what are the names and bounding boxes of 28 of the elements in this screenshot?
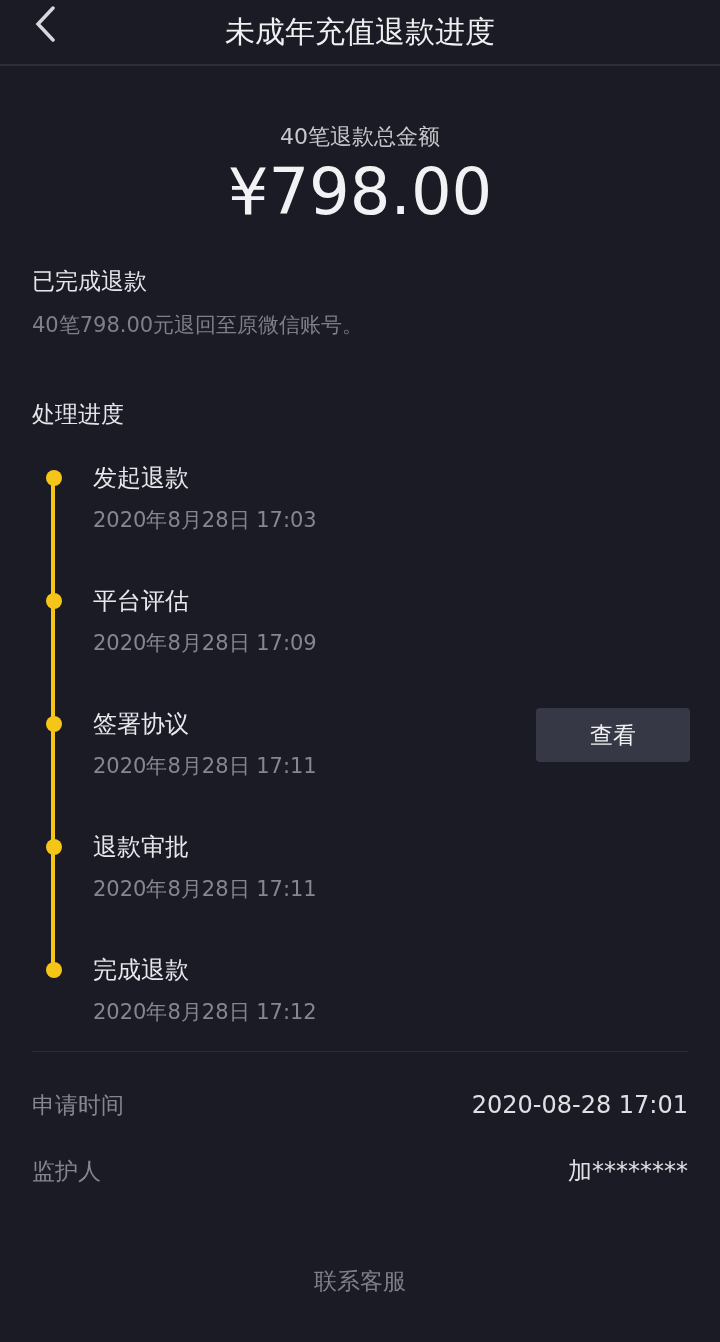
step-title: 平台评估	[93, 586, 190, 617]
timeline-dot-icon	[46, 962, 62, 978]
page-title: 未成年充值退款进度	[225, 12, 495, 51]
contact-support-link[interactable]: 联系客服	[314, 1268, 406, 1294]
step-title: 完成退款	[93, 955, 190, 986]
back-icon[interactable]	[34, 6, 56, 42]
detail-label: 申请时间	[32, 1090, 124, 1120]
total-amount: ¥798.00	[226, 154, 494, 230]
step-time: 2020年8月28日 17:12	[93, 999, 318, 1026]
section-title: 处理进度	[32, 400, 125, 429]
timeline-dot-icon	[46, 716, 62, 732]
status-description: 40笔798.00元退回至原微信账号。	[32, 312, 365, 339]
detail-value: 加********	[568, 1156, 688, 1187]
status-title: 已完成退款	[32, 267, 148, 296]
step-title: 签署协议	[93, 709, 190, 740]
view-button[interactable]: 查看	[536, 708, 690, 762]
detail-value: 2020-08-28 17:01	[471, 1091, 688, 1119]
step-title: 发起退款	[93, 463, 190, 494]
step-time: 2020年8月28日 17:03	[93, 507, 318, 534]
step-time: 2020年8月28日 17:11	[93, 876, 318, 903]
timeline-dot-icon	[46, 470, 62, 486]
detail-label: 监护人	[32, 1156, 101, 1186]
step-time: 2020年8月28日 17:09	[93, 630, 318, 657]
timeline-dot-icon	[46, 839, 62, 855]
timeline-dot-icon	[46, 593, 62, 609]
total-amount-label: 40笔退款总金额	[279, 123, 441, 151]
step-title: 退款审批	[93, 832, 190, 863]
step-time: 2020年8月28日 17:11	[93, 753, 318, 780]
